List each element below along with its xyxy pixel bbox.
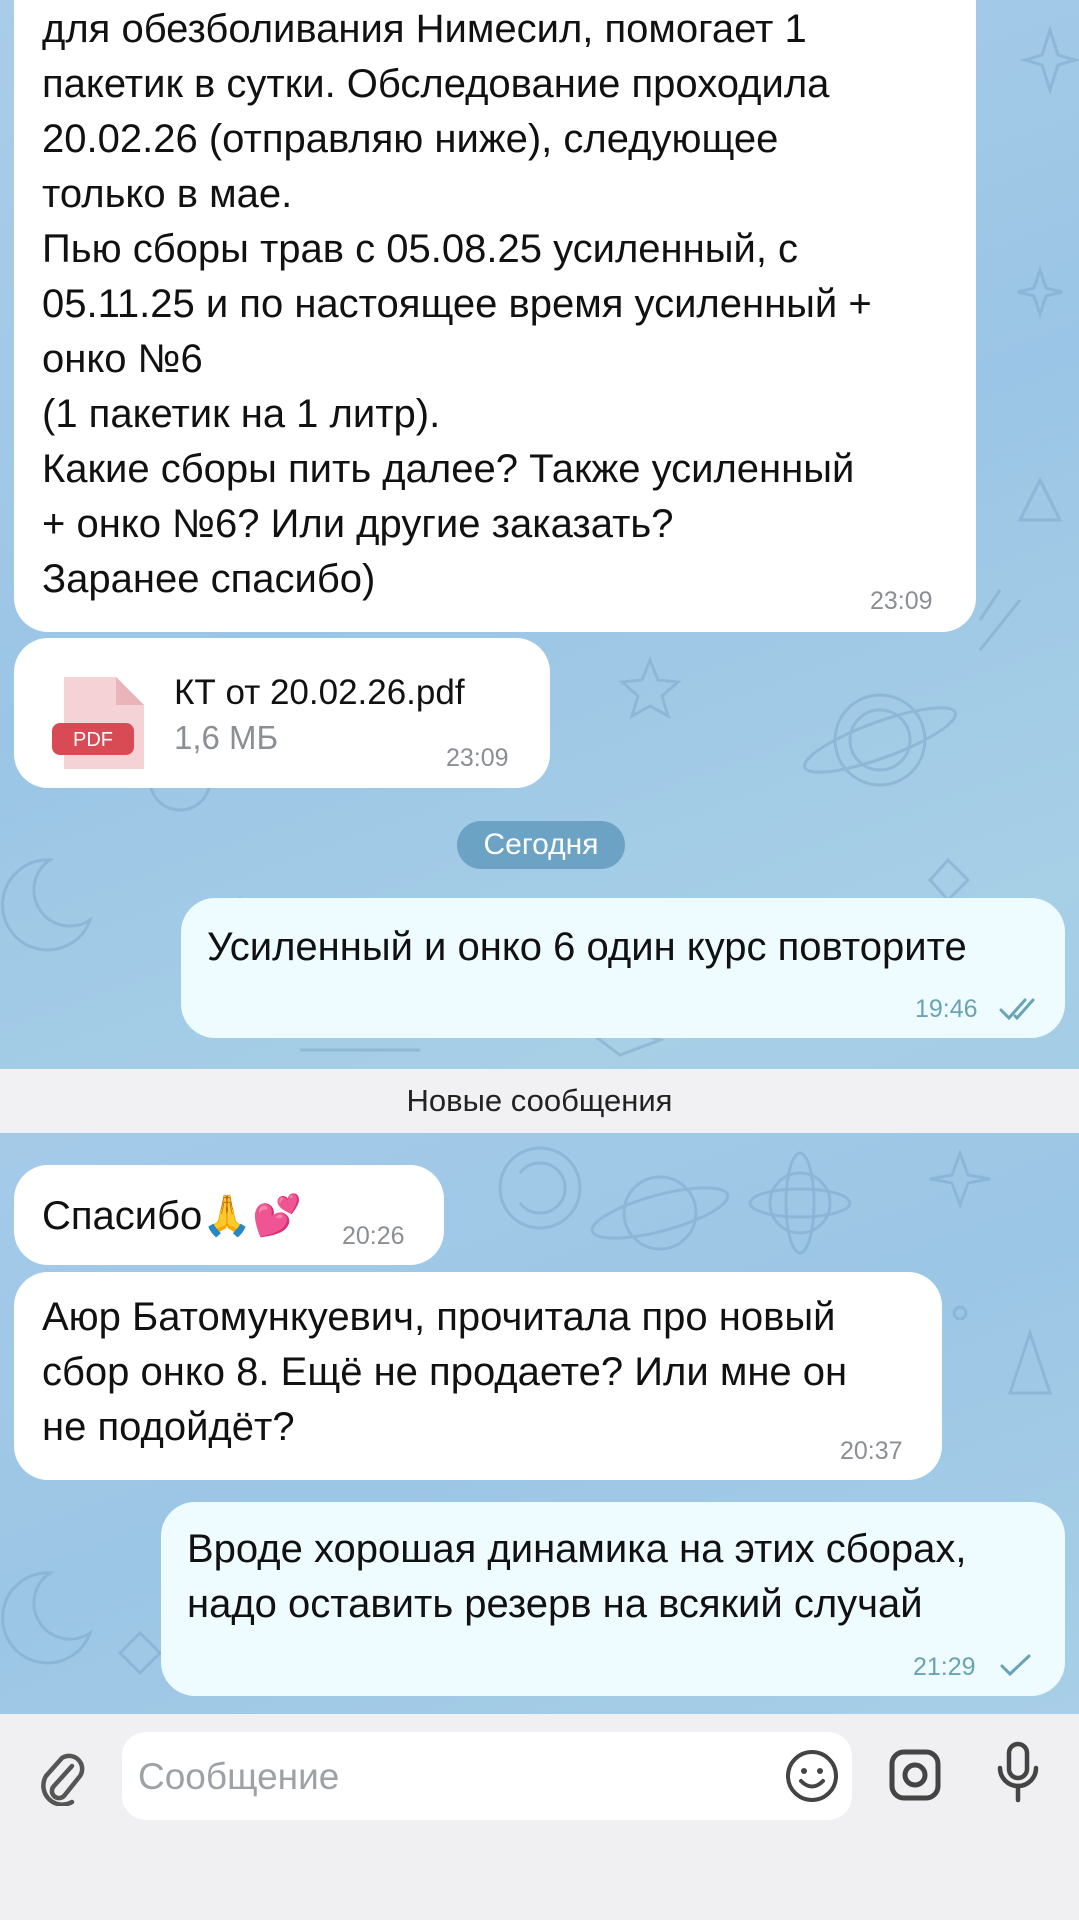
message-text: Усиленный и онко 6 один курс повторите — [207, 925, 967, 969]
file-size: 1,6 МБ — [174, 719, 279, 756]
message-text: для обезболивания Нимесил, помогает 1 па… — [42, 7, 872, 601]
message-time: 21:29 — [913, 1653, 976, 1681]
message-bubble-outgoing[interactable]: Усиленный и онко 6 один курс повторите 1… — [181, 898, 1065, 1038]
message-bubble-outgoing[interactable]: Вроде хорошая динамика на этих сборах, н… — [161, 1502, 1065, 1696]
message-composer — [0, 1714, 1079, 1920]
paperclip-icon[interactable] — [36, 1744, 88, 1807]
message-time: 23:09 — [870, 587, 933, 615]
message-bubble-incoming[interactable]: Спасибо🙏💕 20:26 — [14, 1165, 444, 1265]
message-input-box[interactable] — [122, 1732, 852, 1822]
pdf-file-icon[interactable]: PDF — [52, 673, 152, 773]
message-time: 20:37 — [840, 1437, 903, 1465]
file-name: КТ от 20.02.26.pdf — [174, 673, 465, 712]
message-time: 20:26 — [342, 1222, 405, 1250]
microphone-icon[interactable] — [994, 1740, 1042, 1806]
message-time: 23:09 — [446, 744, 509, 772]
message-text: Спасибо🙏💕 — [42, 1194, 302, 1238]
message-text: Вроде хорошая динамика на этих сборах, н… — [187, 1527, 967, 1626]
new-messages-divider: Новые сообщения — [0, 1069, 1079, 1133]
date-separator: Сегодня — [457, 821, 625, 869]
message-text: Аюр Батомункуевич, прочитала про новый с… — [42, 1295, 848, 1449]
camera-icon[interactable] — [888, 1748, 942, 1802]
message-bubble-incoming[interactable]: Аюр Батомункуевич, прочитала про новый с… — [14, 1272, 942, 1480]
file-message-bubble[interactable]: PDF КТ от 20.02.26.pdf 1,6 МБ 23:09 — [14, 638, 550, 788]
single-check-icon — [1000, 1654, 1031, 1677]
svg-text:PDF: PDF — [73, 729, 113, 751]
emoji-icon[interactable] — [784, 1748, 840, 1804]
double-check-icon — [999, 998, 1035, 1021]
message-input[interactable] — [136, 1732, 740, 1822]
message-bubble-incoming[interactable]: для обезболивания Нимесил, помогает 1 па… — [14, 0, 976, 632]
message-time: 19:46 — [915, 995, 978, 1023]
